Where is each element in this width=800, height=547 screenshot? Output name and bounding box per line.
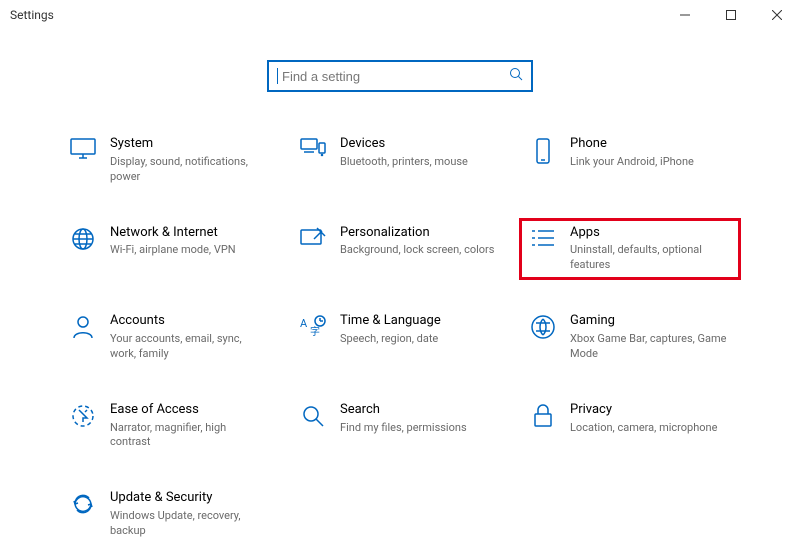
tile-subtitle: Background, lock screen, colors [340,243,494,258]
maximize-icon [726,10,736,20]
tile-title: Apps [570,225,728,242]
tile-title: Update & Security [110,490,268,507]
tile-title: Devices [340,136,468,153]
tile-network[interactable]: Network & Internet Wi-Fi, airplane mode,… [60,219,280,280]
tile-subtitle: Wi-Fi, airplane mode, VPN [110,243,236,258]
tile-devices[interactable]: Devices Bluetooth, printers, mouse [290,130,510,191]
tile-personalization[interactable]: Personalization Background, lock screen,… [290,219,510,280]
tile-subtitle: Display, sound, notifications, power [110,155,268,185]
tile-title: Time & Language [340,313,441,330]
gaming-icon [526,313,560,362]
tile-subtitle: Narrator, magnifier, high contrast [110,421,268,451]
tile-title: Search [340,402,467,419]
paint-icon [296,225,330,274]
window-controls [662,0,800,30]
maximize-button[interactable] [708,0,754,30]
tile-title: System [110,136,268,153]
tile-subtitle: Windows Update, recovery, backup [110,509,268,539]
tile-subtitle: Xbox Game Bar, captures, Game Mode [570,332,728,362]
minimize-icon [680,10,690,20]
tile-title: Accounts [110,313,268,330]
tile-title: Gaming [570,313,728,330]
search-input[interactable] [280,68,509,85]
lock-icon [526,402,560,451]
settings-grid: System Display, sound, notifications, po… [60,130,740,545]
update-icon [66,490,100,539]
tile-subtitle: Location, camera, microphone [570,421,717,436]
minimize-button[interactable] [662,0,708,30]
tile-subtitle: Your accounts, email, sync, work, family [110,332,268,362]
globe-icon [66,225,100,274]
tile-title: Privacy [570,402,717,419]
tile-phone[interactable]: Phone Link your Android, iPhone [520,130,740,191]
tile-subtitle: Bluetooth, printers, mouse [340,155,468,170]
ease-of-access-icon [66,402,100,451]
tile-time-language[interactable]: A字 Time & Language Speech, region, date [290,307,510,368]
tile-ease-of-access[interactable]: Ease of Access Narrator, magnifier, high… [60,396,280,457]
tile-subtitle: Uninstall, defaults, optional features [570,243,728,273]
tile-subtitle: Link your Android, iPhone [570,155,694,170]
tile-subtitle: Find my files, permissions [340,421,467,436]
tile-title: Personalization [340,225,494,242]
search-box[interactable] [267,60,533,92]
tile-title: Network & Internet [110,225,236,242]
tile-system[interactable]: System Display, sound, notifications, po… [60,130,280,191]
person-icon [66,313,100,362]
svg-text:A: A [300,317,308,330]
apps-icon [526,225,560,274]
search-icon [509,67,523,85]
search-tile-icon [296,402,330,451]
tile-apps[interactable]: Apps Uninstall, defaults, optional featu… [520,219,740,280]
system-icon [66,136,100,185]
tile-privacy[interactable]: Privacy Location, camera, microphone [520,396,740,457]
text-cursor [277,68,278,84]
tile-search[interactable]: Search Find my files, permissions [290,396,510,457]
window-title: Settings [10,8,54,22]
tile-gaming[interactable]: Gaming Xbox Game Bar, captures, Game Mod… [520,307,740,368]
tile-update-security[interactable]: Update & Security Windows Update, recove… [60,484,280,545]
tile-title: Phone [570,136,694,153]
phone-icon [526,136,560,185]
tile-title: Ease of Access [110,402,268,419]
tile-accounts[interactable]: Accounts Your accounts, email, sync, wor… [60,307,280,368]
svg-text:字: 字 [310,325,320,338]
close-button[interactable] [754,0,800,30]
tile-subtitle: Speech, region, date [340,332,441,347]
devices-icon [296,136,330,185]
time-language-icon: A字 [296,313,330,362]
close-icon [772,10,782,20]
